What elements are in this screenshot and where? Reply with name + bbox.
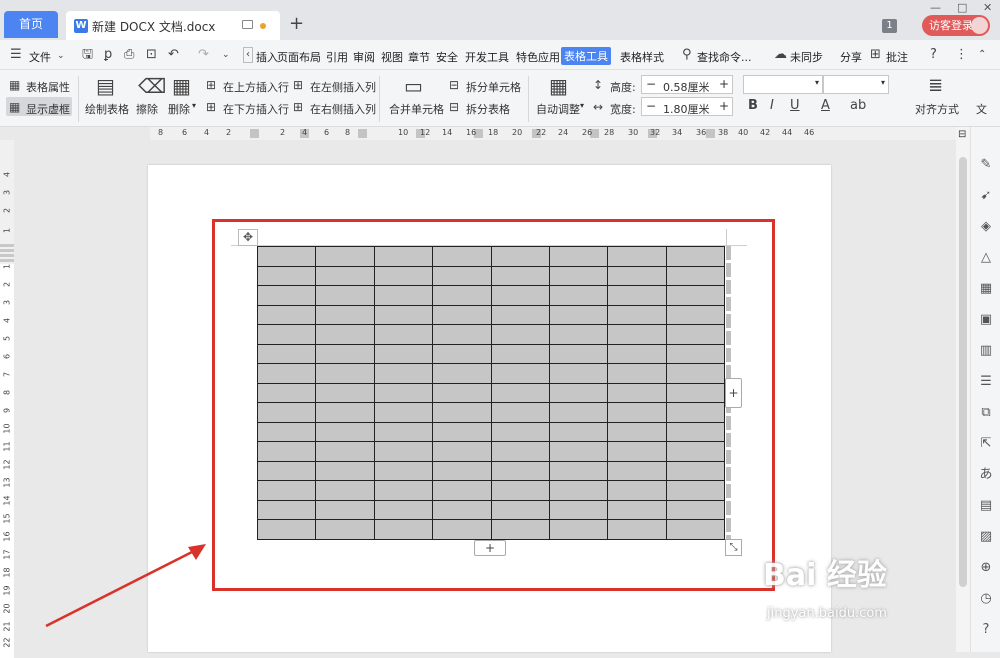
- scroll-thumb[interactable]: [959, 157, 967, 587]
- archive-icon[interactable]: ▤: [978, 498, 994, 514]
- watermark-brand: Bai 经验: [763, 558, 887, 593]
- table-icon[interactable]: ▦: [978, 281, 994, 297]
- share-icon[interactable]: ⇱: [978, 436, 994, 452]
- settings-icon[interactable]: ☰: [978, 374, 994, 390]
- picture-icon[interactable]: ▨: [978, 529, 994, 545]
- scroll-top-icon[interactable]: ⊟: [958, 129, 966, 140]
- pointer-icon[interactable]: ➹: [978, 188, 994, 204]
- style-icon[interactable]: △: [978, 250, 994, 266]
- download-icon[interactable]: ⊕: [978, 560, 994, 576]
- help-icon[interactable]: ?: [978, 622, 994, 638]
- chart-icon[interactable]: ▥: [978, 343, 994, 359]
- apps-icon[interactable]: ▣: [978, 312, 994, 328]
- history-icon[interactable]: ◷: [978, 591, 994, 607]
- image-icon[interactable]: ⧉: [978, 405, 994, 421]
- shapes-icon[interactable]: ◈: [978, 219, 994, 235]
- baidu-watermark: Bai 经验 jingyan.baidu.com: [763, 544, 963, 634]
- pen-icon[interactable]: ✎: [978, 157, 994, 173]
- watermark-url: jingyan.baidu.com: [767, 606, 887, 621]
- arrow-line: [45, 548, 197, 628]
- right-sidebar: ✎ ➹ ◈ △ ▦ ▣ ▥ ☰ ⧉ ⇱ あ ▤ ▨ ⊕ ◷ ?: [970, 127, 1000, 652]
- translate-icon[interactable]: あ: [978, 467, 994, 483]
